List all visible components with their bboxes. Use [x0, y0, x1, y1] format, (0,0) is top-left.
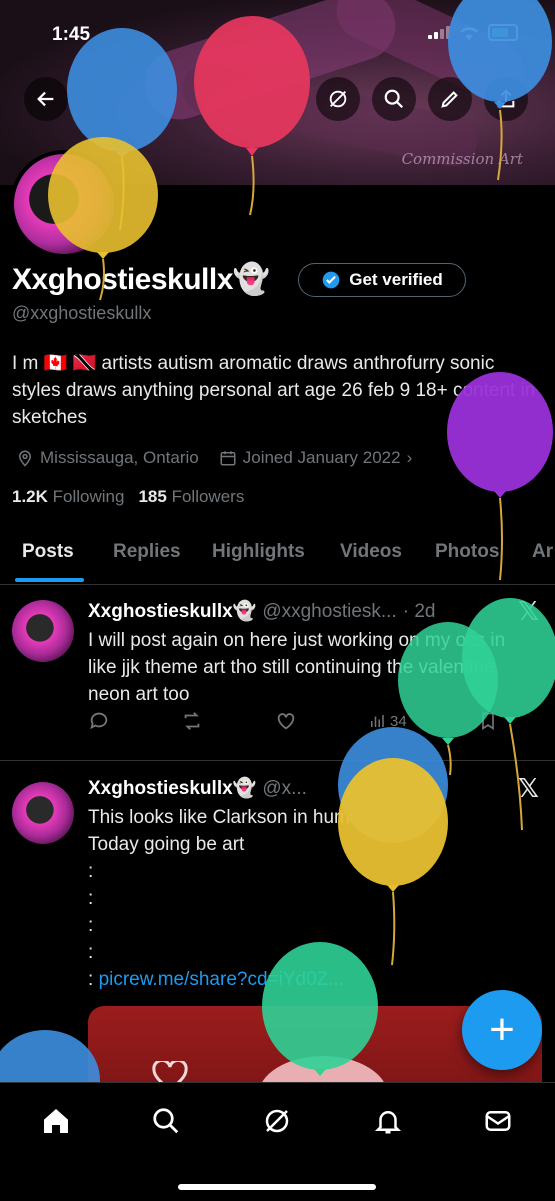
post-avatar[interactable] [12, 600, 74, 662]
following-link[interactable]: 1.2K Following [12, 487, 124, 507]
banner-watermark: Commission Art [401, 150, 523, 168]
edit-button[interactable] [428, 77, 472, 121]
grok-icon [329, 90, 347, 108]
active-tab-indicator [15, 578, 84, 582]
explore-icon [153, 1108, 179, 1134]
tab-posts[interactable]: Posts [22, 541, 74, 563]
post-text-line: : [88, 915, 94, 936]
battery-icon [488, 24, 518, 41]
x-logo-icon: 𝕏 [518, 597, 539, 627]
tab-videos[interactable]: Videos [340, 541, 402, 563]
wifi-icon [460, 26, 478, 40]
post-link[interactable]: picrew.me/share?cd=iYd0Z... [99, 969, 345, 990]
post-text-line: Today going be art [88, 834, 245, 855]
notifications-icon [374, 1111, 402, 1134]
home-indicator [178, 1184, 376, 1190]
follow-stats: 1.2K Following 185 Followers [12, 487, 244, 507]
views-icon [370, 715, 384, 727]
post-author-name[interactable]: Xxghostieskullx👻 [88, 776, 256, 800]
post-text: This looks like Clarkson in human form T… [88, 804, 538, 993]
profile-meta: Mississauga, Ontario Joined January 2022… [16, 448, 412, 468]
share-button[interactable] [484, 77, 528, 121]
post-text-line: : [88, 888, 94, 909]
display-name: Xxghostieskullx👻 [12, 263, 270, 296]
reply-icon[interactable] [88, 710, 110, 732]
profile-bio: I m 🇨🇦 🇹🇹 artists autism aromatic draws … [12, 353, 536, 428]
grok-nav-icon [265, 1109, 289, 1133]
post-avatar[interactable] [12, 782, 74, 844]
followers-link[interactable]: 185 Followers [138, 487, 244, 507]
post-header: Xxghostieskullx👻 @x... [88, 776, 307, 800]
post-text-line: This looks like Clarkson in human form [88, 807, 415, 828]
post-text-line: : [88, 861, 94, 882]
profile-handle: @xxghostieskullx [12, 303, 152, 323]
search-button[interactable] [372, 77, 416, 121]
post-time: · 2d [402, 601, 436, 622]
post-item[interactable]: Xxghostieskullx👻 @xxghostiesk... · 2d 𝕏 … [0, 585, 555, 761]
nav-notifications[interactable] [368, 1101, 408, 1141]
back-button[interactable] [24, 77, 68, 121]
tab-articles[interactable]: Ar [532, 541, 553, 563]
post-author-handle: @xxghostiesk... [262, 601, 397, 622]
verified-badge-icon [322, 271, 340, 289]
back-arrow-icon [37, 91, 54, 107]
status-time: 1:45 [52, 24, 91, 45]
chevron-right-icon: › [406, 448, 413, 467]
profile-joined: Joined January 2022 [242, 448, 401, 467]
post-header: Xxghostieskullx👻 @xxghostiesk... · 2d [88, 599, 435, 623]
calendar-icon [220, 451, 236, 466]
profile-tabs: Posts Replies Highlights Videos Photos A… [0, 530, 555, 585]
views-count: 34 [389, 712, 407, 730]
location-icon [18, 450, 32, 467]
tab-replies[interactable]: Replies [113, 541, 181, 563]
bottom-navigation [0, 1082, 555, 1201]
tab-photos[interactable]: Photos [435, 541, 499, 563]
get-verified-label: Get verified [349, 270, 443, 289]
post-author-handle: @x... [262, 778, 307, 799]
post-text: I will post again on here just working o… [88, 630, 506, 705]
status-icons [428, 24, 518, 41]
post-text-line: : [88, 942, 94, 963]
messages-icon [485, 1111, 511, 1131]
views-stat[interactable]: 34 [368, 710, 407, 732]
tab-highlights[interactable]: Highlights [212, 541, 305, 563]
profile-avatar[interactable] [10, 150, 118, 258]
get-verified-button[interactable]: Get verified [298, 263, 466, 297]
x-logo-icon: 𝕏 [518, 774, 539, 804]
nav-explore[interactable] [146, 1101, 186, 1141]
nav-grok[interactable] [257, 1101, 297, 1141]
bookmark-icon[interactable] [478, 710, 498, 732]
profile-location: Mississauga, Ontario [40, 448, 199, 467]
like-icon[interactable] [275, 710, 297, 732]
post-text-line: : picrew.me/share?cd=iYd0Z... [88, 969, 345, 990]
nav-messages[interactable] [478, 1101, 518, 1141]
grok-button[interactable] [316, 77, 360, 121]
search-icon [384, 89, 404, 109]
home-icon [44, 1109, 68, 1133]
nav-home[interactable] [36, 1101, 76, 1141]
compose-button[interactable]: + [462, 990, 542, 1070]
share-icon [497, 89, 515, 108]
post-actions: 34 [88, 710, 498, 732]
edit-icon [441, 91, 458, 108]
post-author-name[interactable]: Xxghostieskullx👻 [88, 599, 256, 623]
repost-icon[interactable] [181, 710, 203, 732]
signal-icon [428, 26, 450, 39]
